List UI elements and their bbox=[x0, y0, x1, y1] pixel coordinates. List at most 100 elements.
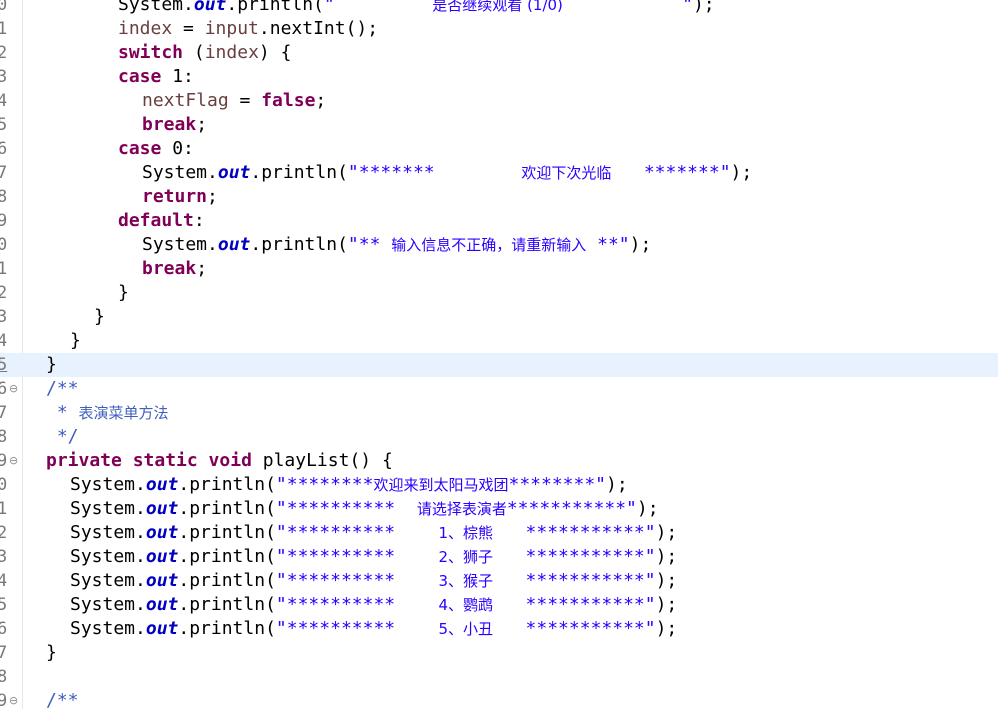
code-text: System.out.println("******* 欢迎下次光临 *****… bbox=[142, 161, 752, 185]
code-token: .nextInt(); bbox=[258, 18, 379, 39]
code-line[interactable]: 7 System.out.println("******* 欢迎下次光临 ****… bbox=[0, 161, 998, 185]
code-line[interactable]: 3} bbox=[0, 305, 998, 329]
code-line[interactable]: 8 return; bbox=[0, 185, 998, 209]
line-number: 4 bbox=[0, 91, 8, 111]
code-line[interactable]: 4 System.out.println("********** 3、猴子 ***… bbox=[0, 569, 998, 593]
code-line[interactable]: 9 ⊖/** bbox=[0, 689, 998, 713]
code-token: System. bbox=[142, 162, 218, 183]
code-line[interactable]: 9 ⊖ private static void playList() { bbox=[0, 449, 998, 473]
code-line[interactable]: 7} bbox=[0, 641, 998, 665]
code-token: ***********" bbox=[493, 546, 656, 567]
fold-toggle-icon[interactable]: ⊖ bbox=[9, 689, 20, 713]
code-line[interactable]: 3 System.out.println("********** 2、狮子 ***… bbox=[0, 545, 998, 569]
code-token: ); bbox=[629, 234, 652, 255]
line-number: 3 bbox=[0, 547, 8, 567]
code-token: .println( bbox=[178, 474, 276, 495]
code-line[interactable]: 5} bbox=[0, 353, 998, 377]
code-token: .println( bbox=[178, 618, 276, 639]
line-number: 2 bbox=[0, 43, 8, 63]
code-line[interactable]: 8 */ bbox=[0, 425, 998, 449]
code-text: System.out.println("** 输入信息不正确，请重新输入 **"… bbox=[142, 233, 651, 257]
code-token: } bbox=[46, 642, 57, 663]
code-token: } bbox=[46, 354, 57, 375]
code-token: ); bbox=[655, 570, 678, 591]
code-line[interactable]: 9 default: bbox=[0, 209, 998, 233]
code-token: out bbox=[217, 234, 251, 255]
code-line[interactable]: 2 System.out.println("********** 1、棕熊 ***… bbox=[0, 521, 998, 545]
code-line[interactable]: 0 System.out.println("********欢迎来到太阳马戏团**… bbox=[0, 473, 998, 497]
code-text: private static void playList() { bbox=[46, 449, 393, 473]
code-token: ); bbox=[692, 0, 715, 15]
code-token: 5、小丑 bbox=[438, 620, 494, 638]
code-text: System.out.println("********** 1、棕熊 ****… bbox=[70, 521, 677, 545]
code-token: playList() { bbox=[251, 450, 393, 471]
code-line[interactable]: 0 System.out.println("** 输入信息不正确，请重新输入 **… bbox=[0, 233, 998, 257]
line-number: 7 bbox=[0, 163, 8, 183]
code-line[interactable]: 4 nextFlag = false; bbox=[0, 89, 998, 113]
code-token: ); bbox=[655, 522, 678, 543]
code-token: ); bbox=[606, 474, 628, 495]
code-token: 0: bbox=[161, 138, 194, 159]
code-text: System.out.println(" 是否继续观看 (1/0) "); bbox=[118, 0, 715, 17]
code-line[interactable]: 2} bbox=[0, 281, 998, 305]
code-token: System. bbox=[70, 570, 146, 591]
code-line[interactable]: 1 System.out.println("********** 请选择表演者**… bbox=[0, 497, 998, 521]
code-token: out bbox=[145, 522, 179, 543]
code-token: ); bbox=[636, 498, 659, 519]
code-token: .println( bbox=[178, 570, 276, 591]
line-number: 0 bbox=[0, 475, 8, 495]
code-line[interactable]: 4} bbox=[0, 329, 998, 353]
code-line[interactable]: 6 System.out.println("********** 5、小丑 ***… bbox=[0, 617, 998, 641]
code-token: System. bbox=[70, 594, 146, 615]
code-line[interactable]: 6 ⊖/** bbox=[0, 377, 998, 401]
code-line[interactable]: 1 index = input.nextInt(); bbox=[0, 17, 998, 41]
code-token: "******* bbox=[347, 162, 522, 183]
code-text: System.out.println("********** 4、鹦鹉 ****… bbox=[70, 593, 677, 617]
line-number: 3 bbox=[0, 67, 8, 87]
code-token: switch bbox=[118, 42, 184, 63]
code-line[interactable]: 6 case 0: bbox=[0, 137, 998, 161]
code-token: ***********" bbox=[493, 522, 656, 543]
fold-toggle-icon[interactable]: ⊖ bbox=[9, 377, 20, 401]
code-token: .println( bbox=[178, 522, 276, 543]
code-text: } bbox=[118, 281, 129, 305]
line-number: 3 bbox=[0, 307, 8, 327]
line-number: 1 bbox=[0, 259, 8, 279]
line-number: 5 bbox=[0, 355, 8, 375]
code-token: System. bbox=[70, 498, 146, 519]
code-line[interactable]: 2 switch (index) { bbox=[0, 41, 998, 65]
code-line[interactable]: 5 System.out.println("********** 4、鹦鹉 ***… bbox=[0, 593, 998, 617]
line-number: 8 bbox=[0, 427, 8, 447]
code-line[interactable]: 8 bbox=[0, 665, 998, 689]
code-text: System.out.println("********** 2、狮子 ****… bbox=[70, 545, 677, 569]
code-text: break; bbox=[142, 257, 207, 281]
code-token: ) { bbox=[258, 42, 292, 63]
code-line[interactable]: 1 break; bbox=[0, 257, 998, 281]
code-token: false bbox=[261, 90, 316, 111]
code-token: out bbox=[145, 474, 179, 495]
code-token: : bbox=[193, 210, 205, 231]
code-token: 4、鹦鹉 bbox=[438, 596, 494, 614]
line-number: 8 bbox=[0, 187, 8, 207]
code-token: ***********" bbox=[493, 570, 656, 591]
code-token: System. bbox=[142, 234, 218, 255]
code-text: System.out.println("********** 请选择表演者***… bbox=[70, 497, 659, 521]
code-token: /** bbox=[46, 690, 79, 711]
code-token: .println( bbox=[178, 546, 276, 567]
code-token: System. bbox=[70, 618, 146, 639]
code-token: ; bbox=[196, 114, 208, 135]
code-text: } bbox=[46, 353, 57, 377]
code-line[interactable]: 0 System.out.println(" 是否继续观看 (1/0) "); bbox=[0, 0, 998, 17]
code-line[interactable]: 3 case 1: bbox=[0, 65, 998, 89]
code-token: ; bbox=[315, 90, 327, 111]
code-text: } bbox=[46, 641, 57, 665]
code-line[interactable]: 5 break; bbox=[0, 113, 998, 137]
code-token: ); bbox=[730, 162, 753, 183]
code-token: break bbox=[142, 258, 197, 279]
code-line[interactable]: 7 * 表演菜单方法 bbox=[0, 401, 998, 425]
code-token: " bbox=[323, 0, 433, 15]
code-token: 请选择表演者 bbox=[416, 500, 507, 518]
code-token: ; bbox=[196, 258, 208, 279]
code-token: ***********" bbox=[493, 618, 656, 639]
fold-toggle-icon[interactable]: ⊖ bbox=[9, 449, 20, 473]
